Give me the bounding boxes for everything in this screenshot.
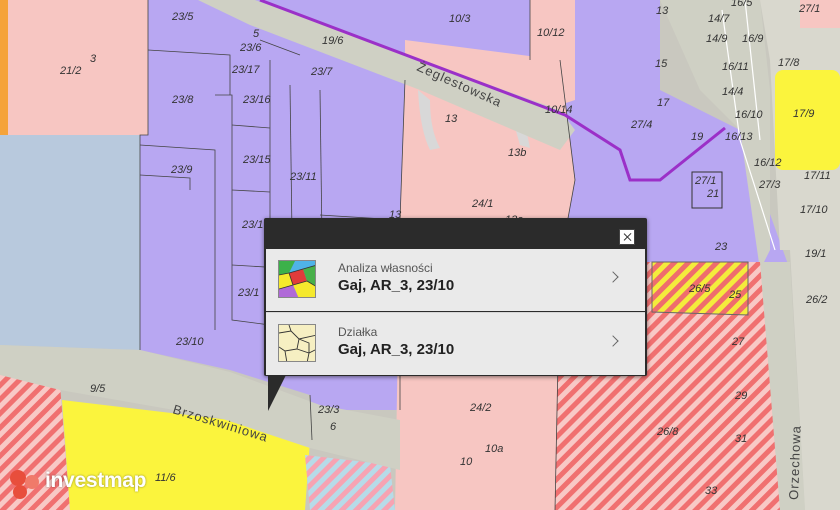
item-category: Analiza własności (338, 261, 433, 275)
plot-label: 27 (731, 336, 745, 348)
plot-label: 23 (714, 241, 728, 253)
plot-label: 9/5 (90, 383, 106, 395)
plot-label: 27/3 (758, 179, 781, 191)
plot-label: 16/13 (725, 131, 753, 143)
plot-label: 23/15 (242, 154, 271, 166)
plot-label: 13 (445, 113, 458, 125)
plot-label: 27/1 (694, 175, 716, 187)
plot-label: 14/7 (708, 13, 730, 25)
plot-label: 23/5 (171, 11, 194, 23)
plot-label: 26/5 (688, 283, 711, 295)
plot-label: 10/3 (449, 13, 471, 25)
plot-label: 19/6 (322, 35, 344, 47)
parcel-icon (278, 324, 316, 362)
popup-pointer (268, 375, 286, 411)
plot-label: 11/6 (155, 472, 176, 484)
ownership-analysis-icon (278, 260, 316, 298)
plot-label: 23/6 (239, 42, 262, 54)
plot-label: 5 (253, 28, 260, 40)
plot-label: 17/9 (793, 108, 814, 120)
plot-label: 23/7 (310, 66, 333, 78)
plot-label: 23/9 (170, 164, 192, 176)
item-title: Gaj, AR_3, 23/10 (338, 341, 455, 358)
zone-blue-w (0, 135, 140, 350)
plot-label: 25 (728, 289, 742, 301)
plot-label: 24/2 (469, 402, 491, 414)
plot-label: 15 (655, 58, 668, 70)
plot-label: 14/4 (722, 86, 743, 98)
close-icon[interactable] (619, 229, 635, 245)
plot-label: 13b (508, 147, 526, 159)
plot-label: 21 (706, 188, 719, 200)
plot-label: 19/1 (805, 248, 826, 260)
chevron-right-icon (607, 335, 619, 347)
item-title: Gaj, AR_3, 23/10 (338, 277, 455, 294)
plot-label: 17 (657, 97, 670, 109)
plot-label: 23/3 (317, 404, 340, 416)
plot-label: 27/1 (798, 3, 820, 15)
plot-label: 23/8 (171, 94, 194, 106)
zone-yellow-e (775, 70, 840, 170)
plot-label: 31 (735, 433, 747, 445)
plot-label: 23/10 (175, 336, 204, 348)
plot-label: 10 (460, 456, 473, 468)
investmap-logo-icon (10, 470, 39, 499)
street-label-orzechowa: Orzechowa (786, 425, 804, 500)
plot-label: 21/2 (59, 65, 81, 77)
plot-label: 23/17 (231, 64, 260, 76)
plot-label: 19 (691, 131, 703, 143)
item-category: Działka (338, 325, 378, 339)
plot-label: 16/11 (722, 61, 749, 73)
plot-label: 17/11 (804, 170, 831, 182)
plot-label: 10/12 (537, 27, 565, 39)
plot-label: 23/1 (237, 287, 259, 299)
popup-item-parcel[interactable]: Działka Gaj, AR_3, 23/10 (266, 312, 645, 375)
plot-label: 13 (656, 5, 669, 17)
chevron-right-icon (607, 271, 619, 283)
plot-label: 17/8 (778, 57, 800, 69)
plot-label: 3 (90, 53, 97, 65)
plot-label: 29 (734, 390, 747, 402)
plot-label: 16/12 (754, 157, 782, 169)
plot-label: 16/5 (731, 0, 753, 9)
plot-label: 26/2 (805, 294, 827, 306)
plot-label: 33 (705, 485, 718, 497)
popup-item-ownership-analysis[interactable]: Analiza własności Gaj, AR_3, 23/10 (266, 249, 645, 311)
plot-label: 27/4 (630, 119, 652, 131)
plot-label: 23/1 (241, 219, 263, 231)
plot-label: 23/11 (289, 171, 317, 183)
plot-label: 14/9 (706, 33, 727, 45)
plot-label: 17/10 (800, 204, 828, 216)
zone-orange (0, 0, 8, 135)
plot-label: 23/16 (242, 94, 271, 106)
plot-label: 6 (330, 421, 337, 433)
plot-label: 10a (485, 443, 503, 455)
plot-label: 16/9 (742, 33, 763, 45)
plot-label: 26/8 (656, 426, 679, 438)
logo-text: investmap (45, 469, 147, 492)
plot-label: 24/1 (471, 198, 493, 210)
plot-label: 10/14 (545, 104, 573, 116)
plot-label: 16/10 (735, 109, 763, 121)
